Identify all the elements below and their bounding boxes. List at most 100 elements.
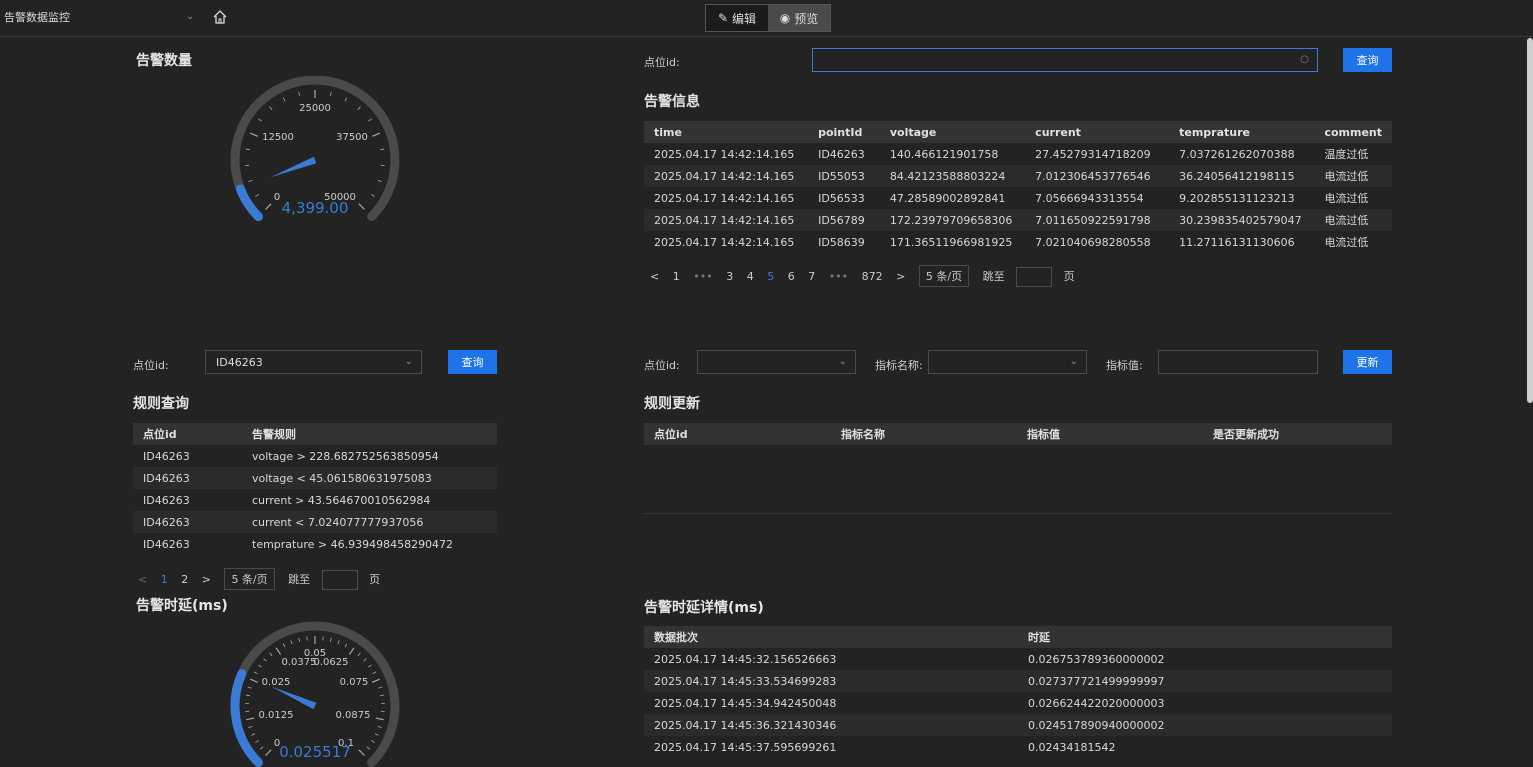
- table-cell: ID55053: [808, 165, 880, 187]
- alarm-count-title: 告警数量: [136, 53, 192, 69]
- gauge-tick: [357, 106, 361, 111]
- table-cell: 2025.04.17 14:45:32.156526663: [654, 652, 837, 666]
- prev-page-button[interactable]: <: [650, 270, 659, 283]
- metric-value-input[interactable]: [1158, 350, 1318, 374]
- page-size-select[interactable]: 5 条/页: [224, 568, 275, 590]
- clear-icon[interactable]: ○: [1300, 54, 1309, 65]
- table-cell: 47.28589002892841: [889, 191, 1006, 205]
- gauge-tick: [380, 694, 385, 697]
- gauge-tick: [258, 664, 262, 668]
- edit-button[interactable]: ✎ 编辑: [706, 5, 768, 31]
- gauge-tick: [265, 749, 272, 756]
- gauge-tick: [245, 148, 250, 151]
- page-ellipsis[interactable]: •••: [693, 270, 712, 283]
- rule-point-id-value: ID46263: [216, 356, 263, 369]
- gauge-tick: [255, 194, 259, 197]
- table-row: ID46263 voltage > 228.682752563850954: [133, 445, 497, 467]
- page-button[interactable]: 2: [181, 573, 188, 586]
- gauge-tick-label: 25000: [299, 103, 331, 114]
- table-cell: 2025.04.17 14:42:14.165: [654, 235, 795, 249]
- gauge-tick: [258, 118, 262, 122]
- metric-name-label: 指标名称:: [875, 359, 923, 372]
- gauge-tick: [371, 194, 375, 197]
- gauge-tick: [368, 118, 372, 122]
- gauge-tick-label: 12500: [262, 132, 294, 143]
- gauge-tick: [358, 203, 365, 210]
- update-point-id-select[interactable]: ⌄: [697, 350, 856, 374]
- dashboard-select[interactable]: 告警数据监控 ⌄: [4, 9, 200, 27]
- table-header-row: 点位id 告警规则: [133, 423, 497, 445]
- page-button[interactable]: 3: [726, 270, 733, 283]
- table-cell: 2025.04.17 14:42:14.165: [644, 209, 809, 231]
- table-cell: 2025.04.17 14:42:14.165: [654, 191, 795, 205]
- gauge-tick: [298, 637, 300, 642]
- gauge-tick: [282, 643, 286, 648]
- table-cell: 30.239835402579047: [1169, 209, 1315, 231]
- table-row: 2025.04.17 14:42:14.165 ID56533 47.2858900…: [644, 187, 1392, 209]
- gauge-tick: [368, 664, 372, 668]
- page-button[interactable]: 4: [747, 270, 754, 283]
- page-button-current[interactable]: 5: [767, 270, 774, 283]
- page-button[interactable]: 7: [808, 270, 815, 283]
- preview-button[interactable]: ◉ 预览: [768, 5, 830, 31]
- table-cell: 电流过低: [1324, 192, 1369, 205]
- page-button[interactable]: 1: [673, 270, 680, 283]
- latency-detail-table: 数据批次 时延 2025.04.17 14:45:32.156526663 0.0…: [644, 626, 1392, 758]
- table-cell: 2025.04.17 14:45:33.534699283: [644, 670, 1018, 692]
- jump-input[interactable]: [1016, 267, 1053, 287]
- table-cell: ID46263: [133, 467, 242, 489]
- gauge-tick: [247, 686, 252, 689]
- update-button[interactable]: 更新: [1343, 350, 1392, 374]
- page-button[interactable]: 872: [862, 270, 883, 283]
- gauge-tick: [255, 740, 259, 743]
- page-button[interactable]: 6: [788, 270, 795, 283]
- jump-input[interactable]: [321, 570, 358, 590]
- table-row: 2025.04.17 14:42:14.165 ID46263 140.466121…: [644, 143, 1392, 165]
- prev-page-button[interactable]: <: [138, 573, 147, 586]
- column-header: voltage: [879, 121, 1026, 143]
- gauge-tick: [377, 180, 382, 183]
- rule-point-id-select[interactable]: ID46263 ⌄: [205, 350, 422, 374]
- gauge-tick: [251, 733, 256, 736]
- metric-name-select[interactable]: ⌄: [928, 350, 1087, 374]
- column-header: 告警规则: [242, 423, 497, 445]
- scrollbar[interactable]: [1527, 38, 1533, 403]
- table-row: 2025.04.17 14:42:14.165 ID58639 171.365119…: [644, 231, 1392, 253]
- column-header: time: [644, 121, 809, 143]
- table-cell: 7.011650922591798: [1025, 209, 1170, 231]
- gauge-tick-label: 0: [274, 192, 280, 203]
- gauge-tick: [290, 640, 293, 645]
- home-icon[interactable]: [212, 9, 228, 25]
- gauge-tick-label: 0.0875: [336, 710, 371, 721]
- table-cell: 27.45279314718209: [1035, 147, 1151, 161]
- table-cell: ID46263: [818, 147, 865, 161]
- gauge-tick: [248, 180, 253, 183]
- gauge-tick: [282, 97, 286, 102]
- column-header: 指标值: [1017, 423, 1203, 445]
- next-page-button[interactable]: >: [896, 270, 905, 283]
- table-row: 2025.04.17 14:42:14.165 ID55053 84.4212358…: [644, 165, 1392, 187]
- column-header: current: [1025, 121, 1170, 143]
- page-button-current[interactable]: 1: [161, 573, 168, 586]
- jump-label: 跳至: [288, 573, 311, 586]
- table-row: ID46263 current > 43.564670010562984: [133, 489, 497, 511]
- table-cell: ID58639: [818, 235, 865, 249]
- page-ellipsis[interactable]: •••: [829, 270, 848, 283]
- point-id-search-input[interactable]: ○: [812, 48, 1318, 72]
- page-suffix: 页: [369, 573, 381, 586]
- gauge-tick: [344, 97, 348, 102]
- table-row: 2025.04.17 14:42:14.165 ID56789 172.239797…: [644, 209, 1392, 231]
- gauge-tick: [269, 106, 273, 111]
- rule-query-button[interactable]: 查询: [448, 350, 497, 374]
- alarm-query-button[interactable]: 查询: [1343, 48, 1392, 72]
- gauge-tick: [377, 726, 382, 729]
- page-size-select[interactable]: 5 条/页: [918, 265, 970, 287]
- next-page-button[interactable]: >: [202, 573, 211, 586]
- gauge-tick: [371, 740, 375, 743]
- metric-value-label: 指标值:: [1106, 359, 1143, 372]
- table-cell: 2025.04.17 14:45:34.942450048: [654, 696, 837, 710]
- gauge-tick: [357, 652, 361, 657]
- gauge-tick-label: 0.075: [340, 677, 369, 688]
- mode-switch: ✎ 编辑 ◉ 预览: [705, 4, 831, 32]
- gauge-tick: [366, 746, 371, 750]
